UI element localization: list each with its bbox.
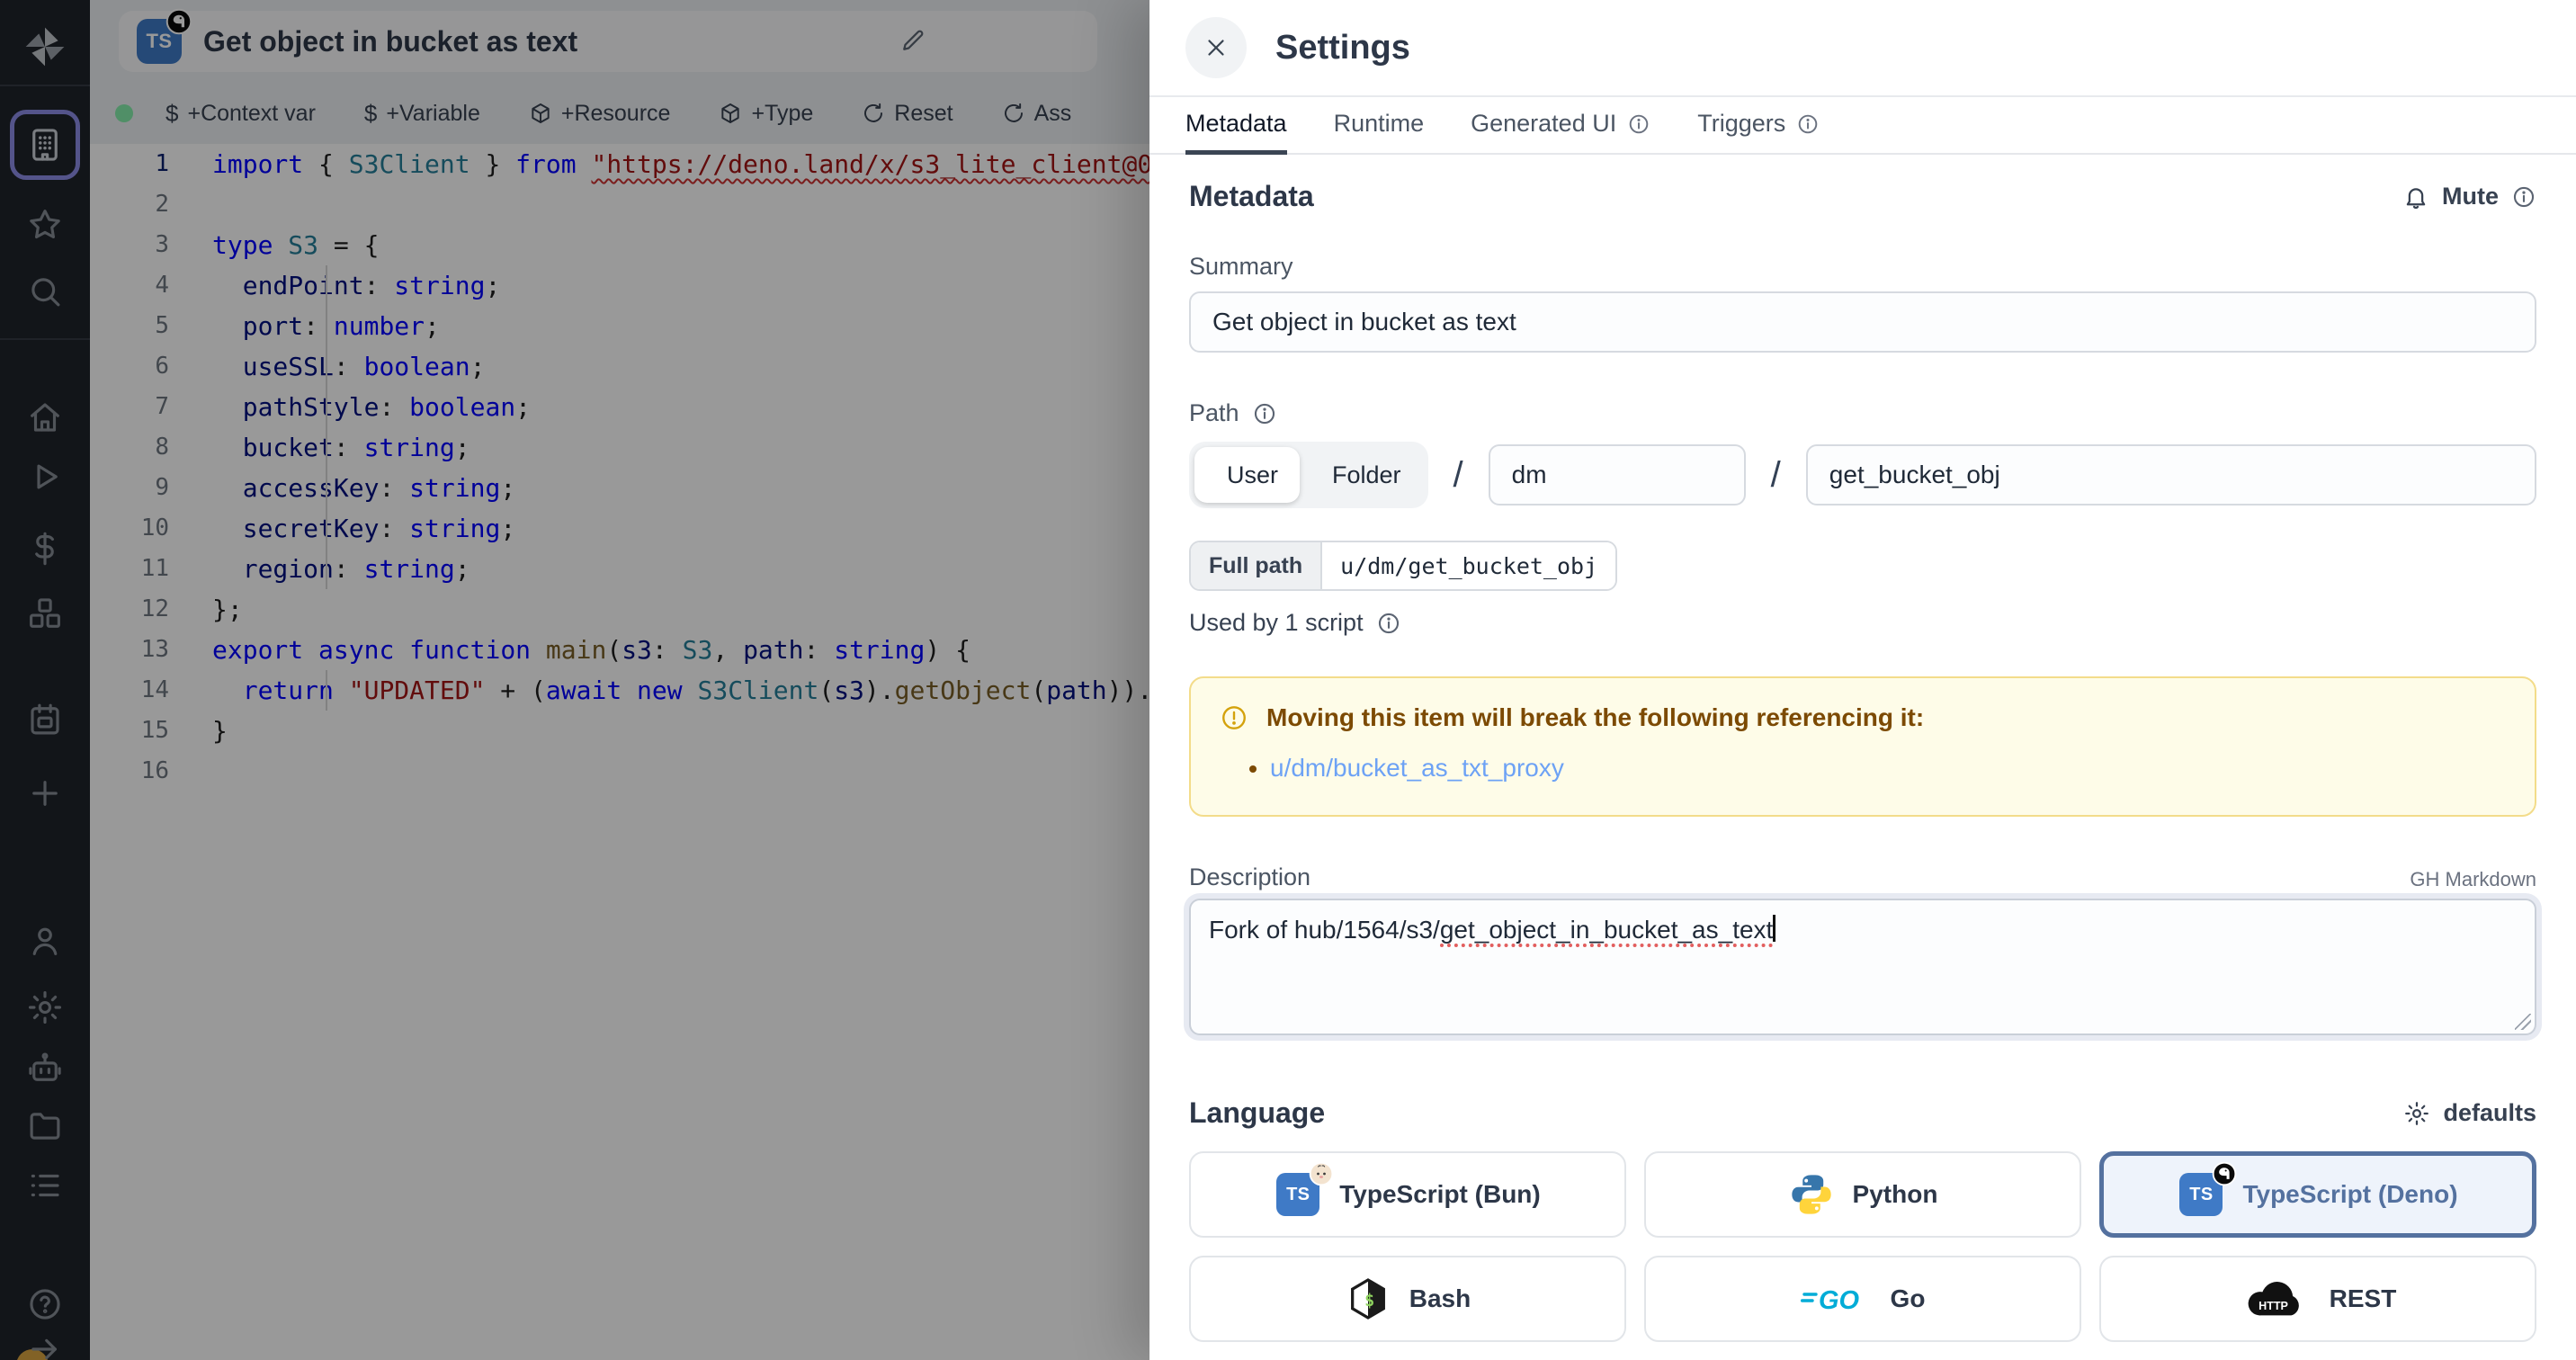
- description-textarea[interactable]: Fork of hub/1564/s3/get_object_in_bucket…: [1189, 899, 2536, 1035]
- language-option-python[interactable]: Python: [1644, 1151, 2081, 1238]
- bash-icon: $: [1345, 1275, 1391, 1322]
- info-icon[interactable]: [1252, 401, 1277, 426]
- description-label: Description: [1189, 863, 1310, 891]
- language-option-label: Go: [1891, 1284, 1926, 1313]
- python-icon: [1788, 1171, 1835, 1218]
- used-by-text: Used by 1 script: [1189, 609, 1364, 637]
- language-option-label: Python: [1853, 1180, 1938, 1209]
- move-warning-box: Moving this item will break the followin…: [1189, 676, 2536, 817]
- bell-icon: [2402, 183, 2429, 210]
- language-grid: TS TypeScript (Bun) Python TS TypeScript (De…: [1189, 1151, 2536, 1360]
- ts-deno-icon: TS: [2178, 1171, 2224, 1218]
- path-name-input[interactable]: [1806, 444, 2536, 506]
- full-path-label: Full path: [1191, 542, 1320, 589]
- referencing-script-link[interactable]: u/dm/bucket_as_txt_proxy: [1270, 754, 1564, 782]
- owner-kind-folder-label: Folder: [1332, 461, 1401, 489]
- tab-metadata[interactable]: Metadata: [1185, 110, 1287, 155]
- info-icon[interactable]: [1376, 611, 1401, 636]
- metadata-heading: Metadata: [1189, 180, 1314, 213]
- svg-text:GO: GO: [1819, 1286, 1860, 1315]
- drawer-backdrop[interactable]: [0, 0, 1149, 1360]
- go-icon: GO: [1801, 1275, 1873, 1322]
- owner-kind-toggle: User Folder: [1189, 442, 1428, 508]
- owner-kind-user[interactable]: User: [1194, 447, 1300, 503]
- language-option-bash[interactable]: $ Bash: [1189, 1256, 1626, 1342]
- path-separator: /: [1453, 455, 1463, 496]
- settings-drawer: Settings Metadata Runtime Generated UI Trig…: [1149, 0, 2576, 1360]
- language-option-label: TypeScript (Deno): [2242, 1180, 2457, 1209]
- svg-text:$: $: [1364, 1292, 1374, 1311]
- language-option-go[interactable]: GO Go: [1644, 1256, 2081, 1342]
- language-heading: Language: [1189, 1096, 1325, 1130]
- path-owner-input[interactable]: [1489, 444, 1746, 506]
- language-option-label: TypeScript (Bun): [1339, 1180, 1540, 1209]
- description-text: Fork of hub/1564/s3/: [1209, 916, 1440, 944]
- app-root: TS Get object in bucket as text $+Contex…: [0, 0, 2576, 1360]
- tab-runtime[interactable]: Runtime: [1334, 110, 1425, 155]
- path-separator: /: [1771, 455, 1781, 496]
- warning-list-item: u/dm/bucket_as_txt_proxy: [1270, 750, 2506, 786]
- defaults-label: defaults: [2443, 1099, 2536, 1127]
- settings-title: Settings: [1275, 29, 1410, 67]
- rest-icon: HTTP: [2240, 1275, 2312, 1322]
- language-option-typescript-deno-[interactable]: TS TypeScript (Deno): [2099, 1151, 2536, 1238]
- description-text-misspelled: get_object_in_bucket_as_text: [1440, 916, 1774, 947]
- text-caret: [1773, 915, 1775, 942]
- close-button[interactable]: [1185, 17, 1247, 78]
- settings-header: Settings: [1149, 0, 2576, 97]
- language-option-label: REST: [2330, 1284, 2397, 1313]
- language-defaults-button[interactable]: defaults: [2403, 1099, 2536, 1127]
- summary-label: Summary: [1189, 253, 2536, 281]
- tab-label: Triggers: [1697, 110, 1785, 138]
- gh-markdown-hint: GH Markdown: [2410, 868, 2536, 891]
- gear-icon: [2403, 1100, 2430, 1127]
- svg-text:HTTP: HTTP: [2258, 1301, 2288, 1313]
- deno-badge-icon: [2212, 1160, 2237, 1186]
- full-path-value: u/dm/get_bucket_obj: [1320, 542, 1615, 589]
- ts-bun-icon: TS: [1275, 1171, 1321, 1218]
- mute-toggle[interactable]: Mute: [2442, 183, 2499, 210]
- owner-kind-folder[interactable]: Folder: [1300, 447, 1423, 503]
- language-option-label: Bash: [1409, 1284, 1471, 1313]
- summary-input[interactable]: [1189, 291, 2536, 353]
- settings-tabs: Metadata Runtime Generated UI Triggers: [1149, 97, 2576, 155]
- alert-circle-icon: [1220, 703, 1248, 732]
- tab-generated-ui[interactable]: Generated UI: [1471, 110, 1650, 155]
- warning-message: Moving this item will break the followin…: [1266, 703, 1924, 732]
- bun-badge-icon: [1309, 1160, 1334, 1186]
- owner-kind-user-label: User: [1227, 461, 1278, 489]
- settings-content: Metadata Mute Summary Path User: [1149, 155, 2576, 1360]
- tab-label: Metadata: [1185, 110, 1287, 138]
- path-label: Path: [1189, 399, 1239, 427]
- tab-label: Generated UI: [1471, 110, 1616, 138]
- info-icon: [1796, 112, 1820, 136]
- info-icon[interactable]: [2511, 184, 2536, 210]
- info-icon: [1627, 112, 1650, 136]
- tab-label: Runtime: [1334, 110, 1425, 138]
- full-path-badge: Full path u/dm/get_bucket_obj: [1189, 541, 1617, 591]
- language-option-rest[interactable]: HTTP REST: [2099, 1256, 2536, 1342]
- tab-triggers[interactable]: Triggers: [1697, 110, 1820, 155]
- language-option-typescript-bun-[interactable]: TS TypeScript (Bun): [1189, 1151, 1626, 1238]
